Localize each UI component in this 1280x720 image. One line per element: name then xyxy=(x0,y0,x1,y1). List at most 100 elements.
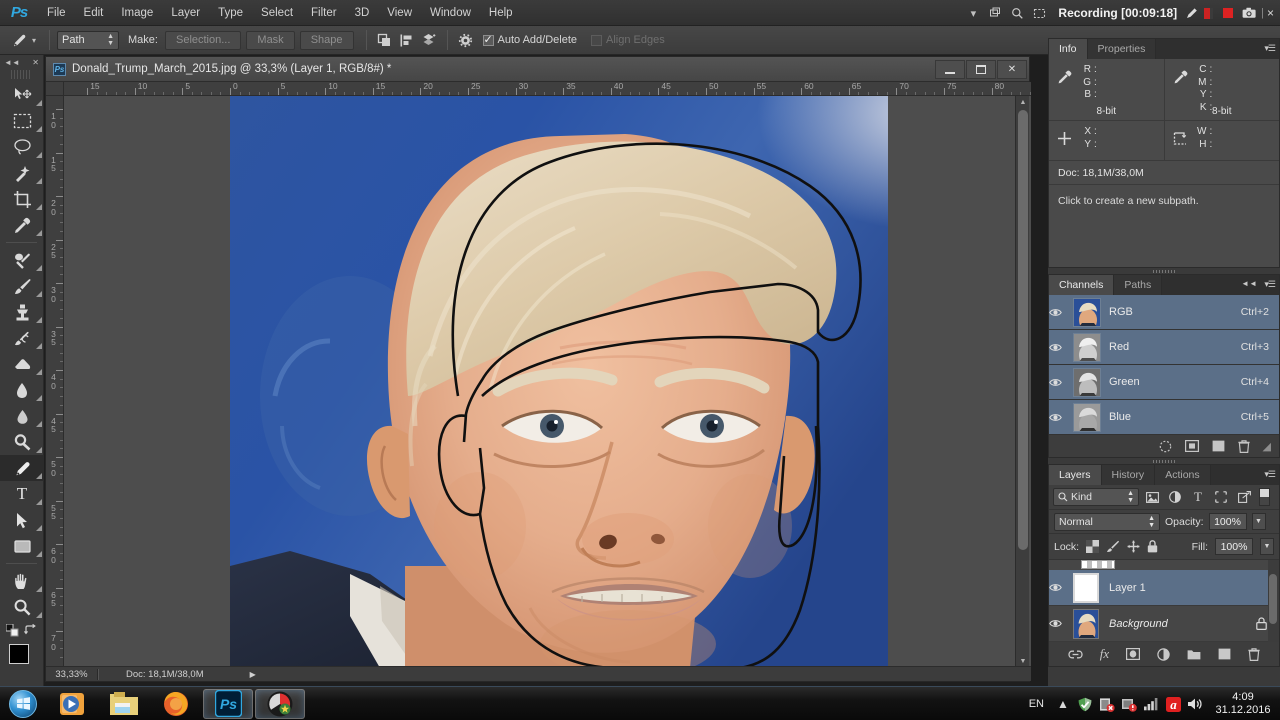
menu-window[interactable]: Window xyxy=(421,3,480,23)
delete-channel-icon[interactable] xyxy=(1237,439,1250,453)
horizontal-type-tool[interactable]: T xyxy=(0,481,44,507)
new-group-icon[interactable] xyxy=(1187,649,1201,660)
eye-icon[interactable] xyxy=(1049,412,1073,423)
language-indicator[interactable]: EN xyxy=(1021,698,1052,710)
stop-icon[interactable] xyxy=(1223,8,1234,18)
eyedropper-tool[interactable] xyxy=(0,212,44,238)
layer-row-partial[interactable] xyxy=(1049,560,1279,570)
eye-icon[interactable] xyxy=(1049,342,1073,353)
layer-mask-icon[interactable] xyxy=(1126,648,1141,660)
quick-selection-tool[interactable] xyxy=(0,160,44,186)
chevron-down-icon[interactable]: ▾ xyxy=(962,0,984,26)
channel-row[interactable]: Red Ctrl+3 xyxy=(1049,330,1279,365)
security-icon[interactable] xyxy=(1096,687,1118,720)
eyedropper-icon[interactable] xyxy=(1057,69,1073,85)
layers-scrollbar[interactable] xyxy=(1268,560,1279,642)
clone-stamp-tool[interactable] xyxy=(0,299,44,325)
tab-channels[interactable]: Channels xyxy=(1049,275,1115,295)
pixel-filter-icon[interactable] xyxy=(1142,488,1162,506)
tab-history[interactable]: History xyxy=(1101,465,1156,485)
clock[interactable]: 4:09 31.12.2016 xyxy=(1206,691,1280,717)
make-shape-button[interactable]: Shape xyxy=(299,30,354,50)
fill-value[interactable]: 100% xyxy=(1215,538,1253,555)
lock-transparent-icon[interactable] xyxy=(1086,540,1100,553)
lasso-tool[interactable] xyxy=(0,134,44,160)
smart-object-filter-icon[interactable] xyxy=(1234,488,1254,506)
panel-grip[interactable] xyxy=(11,70,32,79)
pen-tool[interactable] xyxy=(0,455,44,481)
crop-tool[interactable] xyxy=(0,186,44,212)
collapse-icon[interactable]: ◄◄ xyxy=(1241,279,1257,288)
screen-icon[interactable] xyxy=(984,0,1006,26)
pen-tool-icon[interactable] xyxy=(6,29,32,51)
save-selection-icon[interactable] xyxy=(1184,440,1199,452)
scrollbar-thumb[interactable] xyxy=(1018,110,1028,550)
channel-row[interactable]: RGB Ctrl+2 xyxy=(1049,295,1279,330)
brush-tool[interactable] xyxy=(0,273,44,299)
align-edges-checkbox[interactable]: Align Edges xyxy=(591,34,665,46)
network-shield-icon[interactable] xyxy=(1074,687,1096,720)
hand-tool[interactable] xyxy=(0,568,44,594)
layer-row[interactable]: Background xyxy=(1049,606,1279,642)
menu-view[interactable]: View xyxy=(378,3,421,23)
tab-actions[interactable]: Actions xyxy=(1155,465,1211,485)
make-mask-button[interactable]: Mask xyxy=(246,30,295,50)
eye-icon[interactable] xyxy=(1049,377,1073,388)
menu-image[interactable]: Image xyxy=(112,3,162,23)
signal-icon[interactable] xyxy=(1140,687,1162,720)
lock-all-icon[interactable] xyxy=(1147,540,1158,553)
pause-icon[interactable] xyxy=(1204,7,1214,19)
tab-paths[interactable]: Paths xyxy=(1114,275,1163,295)
menu-filter[interactable]: Filter xyxy=(302,3,346,23)
gradient-tool[interactable] xyxy=(0,377,44,403)
close-icon[interactable]: ✕ xyxy=(32,58,39,67)
layer-thumbnail[interactable] xyxy=(1073,572,1099,603)
taskbar-app-media-player[interactable] xyxy=(47,689,97,719)
opacity-value[interactable]: 100% xyxy=(1208,513,1247,530)
eye-icon[interactable] xyxy=(1049,307,1073,318)
status-menu-arrow-icon[interactable]: ▶ xyxy=(250,670,256,679)
new-layer-icon[interactable] xyxy=(1218,648,1231,660)
eye-icon[interactable] xyxy=(1049,618,1073,629)
layer-name[interactable]: Layer 1 xyxy=(1109,582,1279,594)
scroll-up-icon[interactable]: ▲ xyxy=(1016,96,1030,109)
load-selection-icon[interactable] xyxy=(1159,440,1172,453)
spot-healing-brush-tool[interactable] xyxy=(0,247,44,273)
eye-icon[interactable] xyxy=(1049,582,1073,593)
adjustment-filter-icon[interactable] xyxy=(1165,488,1185,506)
resize-grip-icon[interactable]: ◢ xyxy=(1263,440,1271,453)
vertical-ruler[interactable]: 10 15 20 25 30 35 40 45 50 55 60 65 70 xyxy=(46,96,64,668)
taskbar-app-firefox[interactable] xyxy=(151,689,201,719)
path-operations-icon[interactable] xyxy=(374,29,396,51)
menu-type[interactable]: Type xyxy=(209,3,252,23)
layer-name[interactable]: Background xyxy=(1109,618,1256,630)
type-filter-icon[interactable]: T xyxy=(1188,488,1208,506)
rectangular-marquee-tool[interactable] xyxy=(0,108,44,134)
menu-select[interactable]: Select xyxy=(252,3,302,23)
foreground-color-swatch[interactable] xyxy=(9,644,29,664)
horizontal-ruler[interactable]: 151050510152025303540455055606570758085 xyxy=(64,82,1031,96)
panel-menu-icon[interactable]: ▾☰ xyxy=(1264,43,1276,54)
new-channel-icon[interactable] xyxy=(1212,440,1225,452)
chevron-down-icon[interactable]: ▾ xyxy=(32,36,36,45)
close-icon[interactable]: × xyxy=(1264,6,1280,20)
rectangle-tool[interactable] xyxy=(0,533,44,559)
link-layers-icon[interactable] xyxy=(1068,649,1083,660)
filter-toggle-switch[interactable] xyxy=(1259,488,1270,506)
channel-row[interactable]: Green Ctrl+4 xyxy=(1049,365,1279,400)
canvas-vertical-scrollbar[interactable]: ▲ ▼ xyxy=(1015,96,1029,668)
volume-icon[interactable] xyxy=(1184,687,1206,720)
gear-icon[interactable] xyxy=(455,29,477,51)
dodge-tool[interactable] xyxy=(0,429,44,455)
document-title-bar[interactable]: Ps Donald_Trump_March_2015.jpg @ 33,3% (… xyxy=(46,57,1029,82)
taskbar-app-photoshop[interactable]: Ps xyxy=(203,688,253,719)
auto-add-delete-checkbox[interactable]: Auto Add/Delete xyxy=(482,33,577,46)
delete-layer-icon[interactable] xyxy=(1248,647,1260,661)
menu-layer[interactable]: Layer xyxy=(162,3,209,23)
history-brush-tool[interactable] xyxy=(0,325,44,351)
taskbar-app-screen-recorder[interactable] xyxy=(255,688,305,719)
taskbar-app-file-explorer[interactable] xyxy=(99,689,149,719)
layer-thumbnail[interactable] xyxy=(1073,608,1099,639)
panel-menu-icon[interactable]: ▾☰ xyxy=(1264,279,1276,290)
maximize-button[interactable] xyxy=(966,60,996,79)
